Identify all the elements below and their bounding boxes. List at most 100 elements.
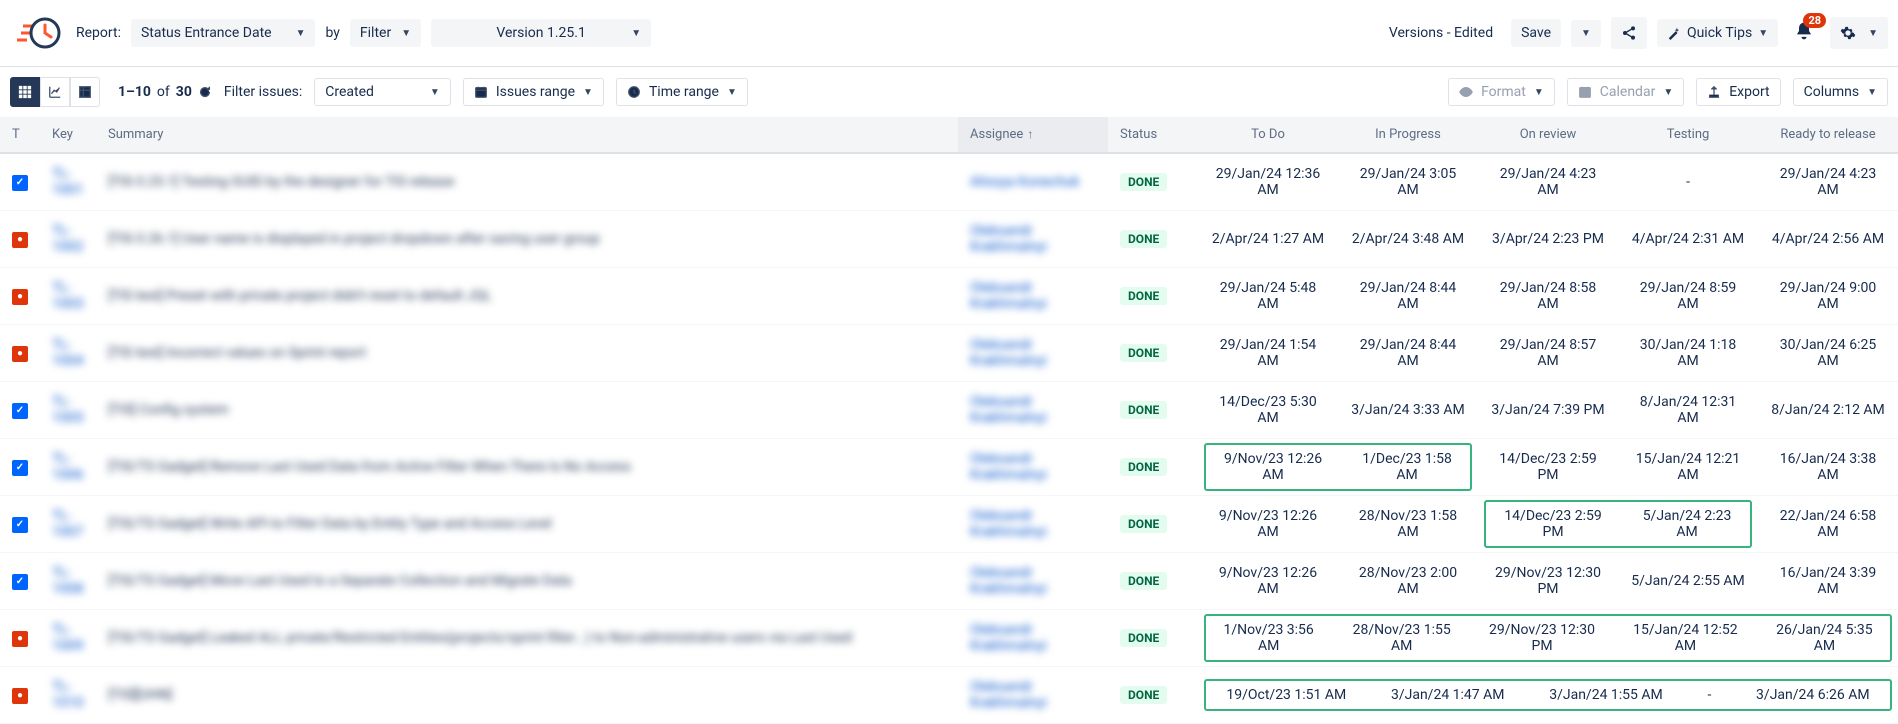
col-todo[interactable]: To Do [1198,117,1338,153]
sort-asc-icon: ↑ [1027,127,1033,141]
bug-icon: ● [12,232,28,248]
assignee-link[interactable]: Oleksandr Krakhmalnyi [970,565,1047,597]
table-row[interactable]: ●TL-1002[TIS-3.26.1] User name is displa… [0,211,1898,268]
status-badge: DONE [1120,287,1167,305]
bug-icon: ● [12,346,28,362]
columns-select[interactable]: Columns ▼ [1793,78,1888,106]
topbar: Report: Status Entrance Date ▼ by Filter… [0,0,1898,67]
export-button[interactable]: Export [1696,78,1780,106]
issues-range-select[interactable]: Issues range ▼ [463,78,604,106]
date-cell: 8/Jan/24 12:31 AM [1618,382,1758,439]
col-assignee[interactable]: Assignee↑ [958,117,1108,153]
issue-summary: [TIS][UHN] [108,687,172,703]
table-row[interactable]: ● TL-1003 [TIS test] Preset with private p… [0,268,1898,325]
grid-icon [18,85,32,99]
chevron-down-icon: ▼ [401,28,411,39]
settings-button[interactable]: ▼ [1830,17,1888,49]
date-cell: 26/Jan/24 5:35 AM [1767,622,1882,654]
col-ready[interactable]: Ready to release [1758,117,1898,153]
issue-key[interactable]: TL-1004 [52,337,83,369]
date-cell: 29/Jan/24 8:57 AM [1478,325,1618,382]
date-cell: 28/Nov/23 2:00 AM [1338,553,1478,610]
date-cell: 15/Jan/24 12:52 AM [1624,622,1747,654]
issue-key[interactable]: TL-1008 [52,565,83,597]
assignee-link[interactable]: Oleksandr Krakhmalnyi [970,394,1047,426]
date-cell: 16/Jan/24 3:38 AM [1758,439,1898,496]
table-row[interactable]: ●TL-1009[TIS/TS Gadget] Leaked ALL priva… [0,610,1898,667]
time-range-select[interactable]: Time range ▼ [616,78,748,106]
date-cell: 19/Oct/23 1:51 AM [1226,687,1346,703]
assignee-link[interactable]: Oleksandr Krakhmalnyi [970,622,1047,654]
view-chart-button[interactable] [40,77,70,107]
issue-summary: [TIS/TS Gadget] Write API to Filter Data… [108,516,552,532]
table-row[interactable]: ✓ TL-1001 [TIS-3.25.1] Testing GUID by the… [0,153,1898,211]
report-select[interactable]: Status Entrance Date ▼ [131,19,316,47]
col-onreview[interactable]: On review [1478,117,1618,153]
col-summary[interactable]: Summary [96,117,958,153]
notification-badge: 28 [1803,13,1826,28]
date-cell: 5/Jan/24 2:23 AM [1632,508,1742,540]
date-cell: 29/Nov/23 12:30 PM [1480,622,1604,654]
save-button[interactable]: Save [1511,19,1561,47]
issue-key[interactable]: TL-1010 [52,679,83,711]
issue-key[interactable]: TL-1005 [52,394,83,426]
assignee-link[interactable]: Oleksandr Krakhmalnyi [970,451,1047,483]
filter-select[interactable]: Filter ▼ [350,19,421,47]
col-type[interactable]: T [0,117,40,153]
issue-summary: [TIS-3.25.1] Testing GUID by the designe… [108,174,454,190]
versions-edited-link[interactable]: Versions - Edited [1381,19,1501,47]
col-status[interactable]: Status [1108,117,1198,153]
format-select[interactable]: Format ▼ [1448,78,1555,106]
date-cell: 3/Apr/24 2:23 PM [1478,211,1618,268]
clock-icon [627,85,641,99]
issue-summary: [TIS] Config system [108,402,229,418]
date-cell: 29/Jan/24 12:36 AM [1198,153,1338,211]
issue-key[interactable]: TL-1009 [52,622,83,654]
issue-key[interactable]: TL-1003 [52,280,83,312]
table-row[interactable]: ✓TL-1006[TIS/TS Gadget] Remove Last Used… [0,439,1898,496]
table-row[interactable]: ✓TL-1005[TIS] Config systemOleksandr Kra… [0,382,1898,439]
assignee-link[interactable]: Alissya Konechuk [970,174,1080,190]
status-badge: DONE [1120,230,1167,248]
app-logo [10,10,66,56]
chevron-down-icon: ▼ [296,28,306,39]
table-row[interactable]: ✓TL-1007[TIS/TS Gadget] Write API to Fil… [0,496,1898,553]
assignee-link[interactable]: Oleksandr Krakhmalnyi [970,508,1047,540]
table-row[interactable]: ✓TL-1008[TIS/TS Gadget] Move Last Used t… [0,553,1898,610]
view-pivot-button[interactable] [70,77,100,107]
by-label: by [325,25,339,41]
assignee-link[interactable]: Oleksandr Krakhmalnyi [970,223,1047,255]
task-icon: ✓ [12,175,28,191]
assignee-link[interactable]: Oleksandr Krakhmalnyi [970,679,1047,711]
table-row[interactable]: ●TL-1004[TIS test] Incorrect values on S… [0,325,1898,382]
view-grid-button[interactable] [10,77,40,107]
col-inprogress[interactable]: In Progress [1338,117,1478,153]
issue-key[interactable]: TL-1007 [52,508,83,540]
notifications-button[interactable]: 28 [1788,17,1820,49]
bug-icon: ● [12,289,28,305]
issue-key[interactable]: TL-1001 [52,166,83,198]
col-testing[interactable]: Testing [1618,117,1758,153]
bug-icon: ● [12,631,28,647]
save-dropdown-button[interactable]: ▼ [1571,20,1601,47]
calendar-select[interactable]: Calendar ▼ [1567,78,1684,106]
table-row[interactable]: ●TL-1010[TIS][UHN]Oleksandr KrakhmalnyiD… [0,667,1898,724]
version-select[interactable]: Version 1.25.1 ▼ [431,19,651,47]
refresh-icon[interactable] [198,85,212,99]
date-cell: 14/Dec/23 2:59 PM [1494,508,1612,540]
report-label: Report: [76,25,121,41]
calendar-icon [474,85,488,99]
issue-summary: [TIS/TS Gadget] Remove Last Used Data fr… [108,459,631,475]
issue-key[interactable]: TL-1002 [52,223,83,255]
issue-summary: [TIS test] Preset with private project d… [108,288,492,304]
highlighted-date-range: 1/Nov/23 3:56 AM28/Nov/23 1:55 AM29/Nov/… [1204,614,1892,662]
issue-key[interactable]: TL-1006 [52,451,83,483]
share-button[interactable] [1611,17,1647,49]
filter-issues-select[interactable]: Created ▼ [314,78,451,106]
assignee-link[interactable]: Oleksandr Krakhmalnyi [970,337,1047,369]
col-key[interactable]: Key [40,117,96,153]
status-badge: DONE [1120,686,1167,704]
quick-tips-button[interactable]: Quick Tips ▼ [1657,19,1778,47]
date-cell: 29/Nov/23 12:30 PM [1478,553,1618,610]
assignee-link[interactable]: Oleksandr Krakhmalnyi [970,280,1047,312]
